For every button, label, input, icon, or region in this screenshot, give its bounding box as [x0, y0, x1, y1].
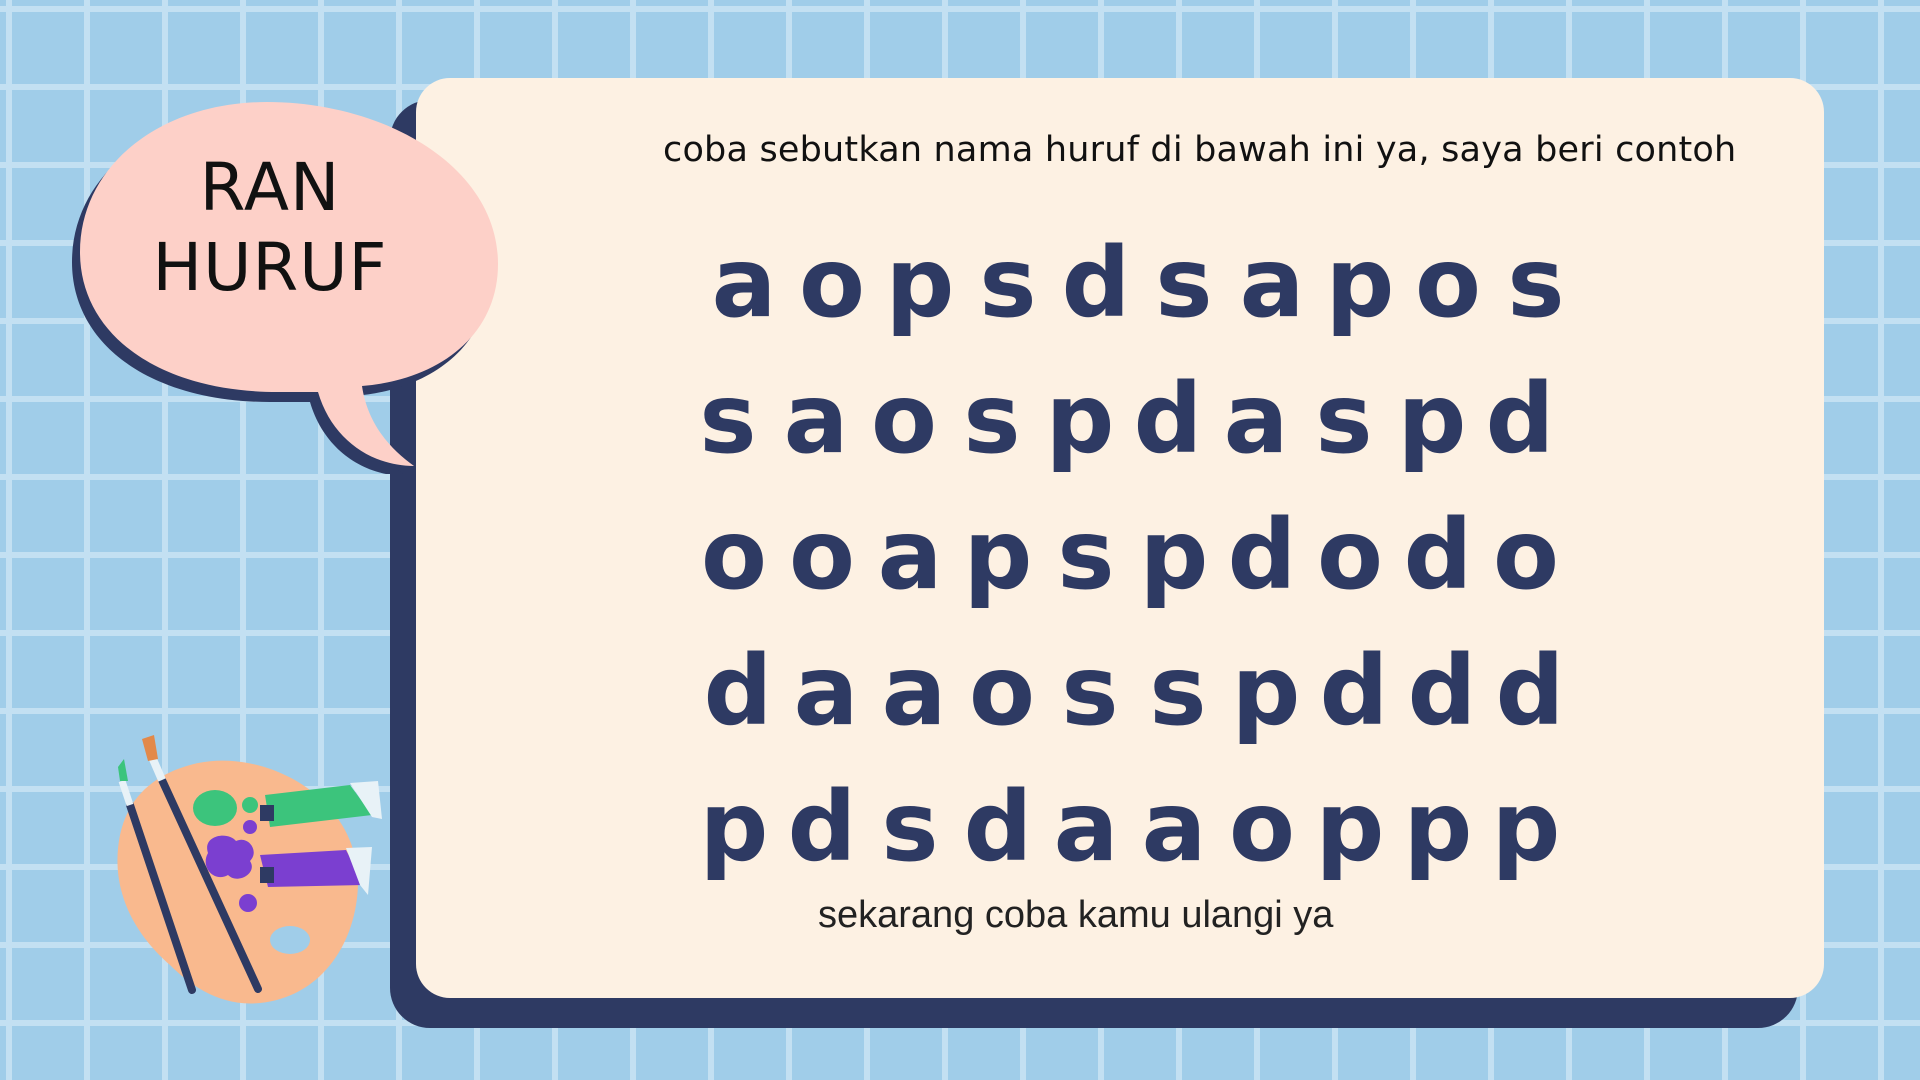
letter-cell: p: [699, 771, 769, 883]
letter-cell: a: [1239, 227, 1305, 339]
letter-cell: s: [979, 227, 1037, 339]
letter-cell: d: [1133, 363, 1203, 475]
letter-cell: s: [699, 363, 757, 475]
letter-cell: p: [1397, 363, 1467, 475]
letter-cell: d: [1485, 363, 1555, 475]
letter-cell: p: [963, 499, 1033, 611]
letter-cell: p: [1315, 771, 1385, 883]
letter-cell: s: [1507, 227, 1565, 339]
bubble-title-line-2: HURUF: [152, 229, 388, 306]
letter-cell: s: [1315, 363, 1373, 475]
letter-cell: o: [701, 499, 767, 611]
letter-row-5: pdsdaaoppp: [690, 762, 1570, 892]
letter-cell: o: [1317, 499, 1383, 611]
paint-palette-icon: [117, 735, 382, 1004]
letter-cell: o: [1415, 227, 1481, 339]
bubble-title-line-1: RAN: [199, 149, 341, 226]
letter-cell: a: [881, 635, 947, 747]
letter-cell: p: [1325, 227, 1395, 339]
letter-cell: d: [1403, 499, 1473, 611]
letter-cell: p: [1231, 635, 1301, 747]
letter-cell: d: [703, 635, 773, 747]
letter-cell: d: [1319, 635, 1389, 747]
letter-cell: s: [963, 363, 1021, 475]
letter-cell: a: [877, 499, 943, 611]
letter-cell: a: [783, 363, 849, 475]
letter-cell: a: [793, 635, 859, 747]
letter-cell: a: [1223, 363, 1289, 475]
letter-cell: a: [711, 227, 777, 339]
instruction-text: coba sebutkan nama huruf di bawah ini ya…: [663, 130, 1737, 170]
letter-cell: o: [871, 363, 937, 475]
letter-cell: a: [1141, 771, 1207, 883]
letter-cell: a: [1053, 771, 1119, 883]
letter-row-3: ooapspdodo: [690, 490, 1570, 620]
footer-text: sekarang coba kamu ulangi ya: [818, 894, 1334, 936]
letter-cell: o: [1229, 771, 1295, 883]
letter-cell: p: [1139, 499, 1209, 611]
letter-cell: s: [1149, 635, 1207, 747]
letter-cell: o: [799, 227, 865, 339]
letter-cell: d: [1407, 635, 1477, 747]
letter-cell: p: [1491, 771, 1561, 883]
letter-cell: p: [1045, 363, 1115, 475]
letter-cell: d: [963, 771, 1033, 883]
letter-row-4: daaosspddd: [694, 626, 1574, 756]
letter-row-2: saospdaspd: [684, 354, 1564, 484]
letter-cell: s: [881, 771, 939, 883]
letter-cell: s: [1057, 499, 1115, 611]
letter-cell: o: [789, 499, 855, 611]
letter-cell: d: [1227, 499, 1297, 611]
letter-cell: d: [1061, 227, 1131, 339]
letter-cell: s: [1155, 227, 1213, 339]
letter-cell: d: [1495, 635, 1565, 747]
letter-cell: s: [1061, 635, 1119, 747]
letter-cell: o: [1493, 499, 1559, 611]
letter-cell: p: [1403, 771, 1473, 883]
letter-cell: d: [787, 771, 857, 883]
letter-cell: p: [885, 227, 955, 339]
bubble-title: RAN HURUF: [120, 148, 420, 308]
letter-cell: o: [969, 635, 1035, 747]
letter-row-1: aopsdsapos: [700, 218, 1580, 348]
